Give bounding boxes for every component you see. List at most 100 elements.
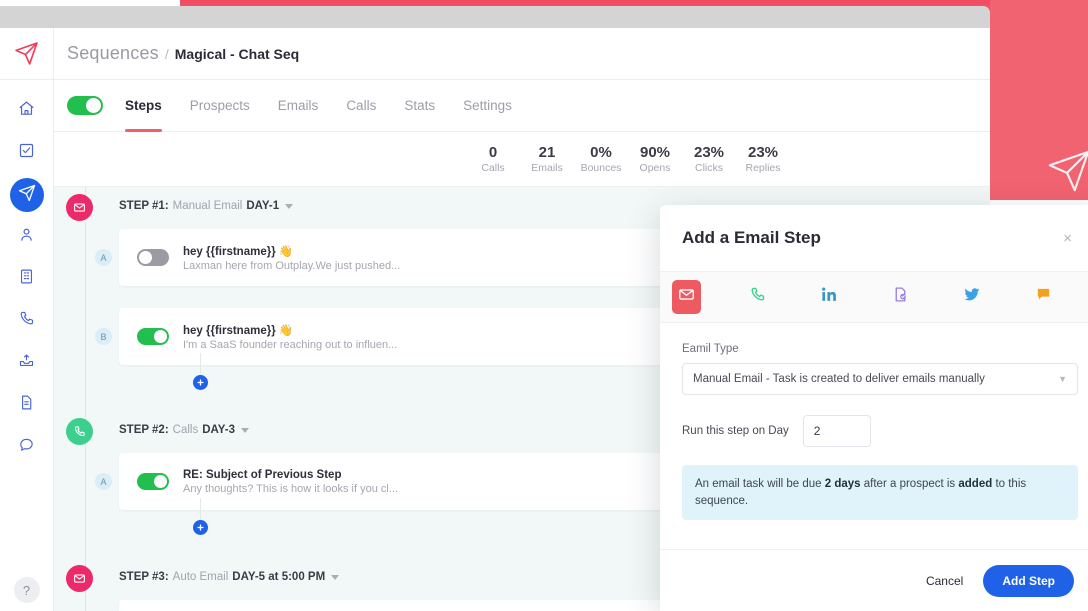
tab-bar: Steps Prospects Emails Calls Stats Setti… bbox=[54, 80, 990, 132]
step-day: DAY-1 bbox=[246, 200, 280, 212]
email-type-select[interactable]: Manual Email - Task is created to delive… bbox=[682, 363, 1078, 395]
step-day: DAY-5 at 5:00 PM bbox=[232, 571, 326, 583]
tab-prospects[interactable]: Prospects bbox=[190, 80, 250, 132]
chat-bubble-icon bbox=[1035, 286, 1052, 308]
sidebar-item-chat[interactable] bbox=[10, 430, 44, 464]
branch-connector bbox=[200, 353, 201, 375]
task-check-icon bbox=[892, 286, 909, 308]
stat-replies: 23% Replies bbox=[736, 144, 790, 175]
stat-value: 23% bbox=[747, 143, 779, 161]
step-kind: Calls bbox=[172, 424, 199, 436]
modal-title: Add a Email Step bbox=[682, 228, 821, 247]
run-day-input[interactable]: 2 bbox=[802, 415, 871, 447]
stat-opens: 90% Opens bbox=[628, 144, 682, 175]
envelope-icon bbox=[678, 286, 695, 308]
variant-preview: I'm a SaaS founder reaching out to influ… bbox=[183, 338, 398, 351]
sidebar-item-tasks[interactable] bbox=[10, 136, 44, 170]
close-icon[interactable]: × bbox=[1063, 230, 1078, 247]
help-label: ? bbox=[22, 582, 31, 598]
variant-text: hey {{firstname}} 👋 Laxman here from Out… bbox=[183, 244, 400, 272]
email-channel[interactable] bbox=[672, 280, 702, 314]
tab-settings[interactable]: Settings bbox=[463, 80, 512, 132]
breadcrumb-root-link[interactable]: Sequences bbox=[67, 43, 159, 64]
variant-toggle[interactable] bbox=[137, 473, 169, 490]
toggle-knob bbox=[154, 475, 167, 488]
add-variant-button[interactable] bbox=[193, 375, 208, 390]
email-icon bbox=[66, 565, 93, 592]
variant-tag: A bbox=[95, 473, 112, 490]
twitter-icon bbox=[962, 285, 981, 309]
variant-toggle[interactable] bbox=[137, 328, 169, 345]
sequence-active-toggle[interactable] bbox=[67, 96, 103, 115]
phone-icon bbox=[749, 286, 766, 308]
chevron-down-icon[interactable] bbox=[331, 574, 340, 580]
tab-emails[interactable]: Emails bbox=[278, 80, 319, 132]
stat-bounces: 0% Bounces bbox=[574, 144, 628, 175]
channel-selector bbox=[660, 271, 1088, 323]
step-number: STEP #1: bbox=[119, 200, 169, 212]
browser-chrome-bar bbox=[0, 6, 990, 28]
run-day-value: 2 bbox=[813, 424, 821, 438]
variant-subject: RE: Subject of Previous Step bbox=[183, 468, 342, 481]
tab-label: Calls bbox=[346, 98, 377, 113]
run-day-row: Run this step on Day 2 bbox=[682, 415, 1078, 447]
tab-label: Settings bbox=[463, 98, 512, 113]
sidebar-item-inbox[interactable] bbox=[10, 346, 44, 380]
add-step-button[interactable]: Add Step bbox=[983, 564, 1074, 597]
sidebar-item-accounts[interactable] bbox=[10, 262, 44, 296]
modal-header: Add a Email Step × bbox=[660, 205, 1088, 271]
calls-icon bbox=[18, 310, 35, 332]
chevron-down-icon[interactable] bbox=[241, 427, 250, 433]
tab-stats[interactable]: Stats bbox=[404, 80, 435, 132]
inbox-upload-icon bbox=[18, 352, 35, 374]
toggle-knob bbox=[86, 98, 101, 113]
sms-channel[interactable] bbox=[1029, 280, 1058, 314]
variant-tag: A bbox=[95, 249, 112, 266]
note-prefix: An email task will be due bbox=[695, 478, 825, 490]
toggle-knob bbox=[154, 330, 167, 343]
breadcrumb-separator: / bbox=[164, 45, 169, 62]
cancel-button[interactable]: Cancel bbox=[926, 574, 963, 588]
sidebar-item-prospects[interactable] bbox=[10, 220, 44, 254]
task-channel[interactable] bbox=[886, 280, 915, 314]
step-kind: Manual Email bbox=[172, 200, 243, 212]
add-variant-button[interactable] bbox=[193, 520, 208, 535]
variant-preview: Laxman here from Outplay.We just pushed.… bbox=[183, 259, 401, 272]
chevron-down-icon[interactable] bbox=[285, 203, 294, 209]
left-sidebar: ? bbox=[0, 28, 54, 611]
tab-calls[interactable]: Calls bbox=[346, 80, 376, 132]
variant-text: hey {{firstname}} 👋 I'm a SaaS founder r… bbox=[183, 323, 397, 351]
linkedin-channel[interactable] bbox=[815, 280, 844, 314]
add-email-step-modal: Add a Email Step × Eamil Type Manual Ema… bbox=[660, 205, 1088, 611]
accounts-icon bbox=[18, 268, 35, 290]
variant-toggle[interactable] bbox=[137, 249, 169, 266]
stat-label: Replies bbox=[745, 162, 781, 175]
chat-icon bbox=[18, 436, 35, 458]
variant-text: RE: Subject of Previous Step Any thought… bbox=[183, 469, 398, 495]
twitter-channel[interactable] bbox=[957, 280, 986, 314]
call-icon bbox=[66, 418, 93, 445]
sidebar-item-home[interactable] bbox=[10, 94, 44, 128]
call-channel[interactable] bbox=[743, 280, 772, 314]
stat-emails: 21 Emails bbox=[520, 144, 574, 175]
sidebar-item-calls[interactable] bbox=[10, 304, 44, 338]
variant-subject: hey {{firstname}} 👋 bbox=[183, 245, 294, 258]
stat-label: Clicks bbox=[695, 162, 723, 175]
step-number: STEP #2: bbox=[119, 424, 169, 436]
tab-steps[interactable]: Steps bbox=[125, 80, 162, 132]
stat-calls: 0 Calls bbox=[466, 144, 520, 175]
sidebar-item-reports[interactable] bbox=[10, 388, 44, 422]
step-number: STEP #3: bbox=[119, 571, 169, 583]
stat-clicks: 23% Clicks bbox=[682, 144, 736, 175]
variant-subject: hey {{firstname}} 👋 bbox=[183, 324, 294, 337]
outplay-paper-plane-logo[interactable] bbox=[0, 28, 53, 80]
email-type-value: Manual Email - Task is created to delive… bbox=[693, 373, 985, 385]
step-kind: Auto Email bbox=[172, 571, 229, 583]
stat-value: 90% bbox=[639, 143, 671, 161]
email-icon bbox=[66, 194, 93, 221]
sequences-icon bbox=[18, 184, 36, 207]
branch-connector bbox=[200, 498, 201, 520]
linkedin-icon bbox=[820, 285, 839, 309]
help-button[interactable]: ? bbox=[13, 577, 40, 603]
sidebar-item-sequences[interactable] bbox=[9, 178, 44, 212]
